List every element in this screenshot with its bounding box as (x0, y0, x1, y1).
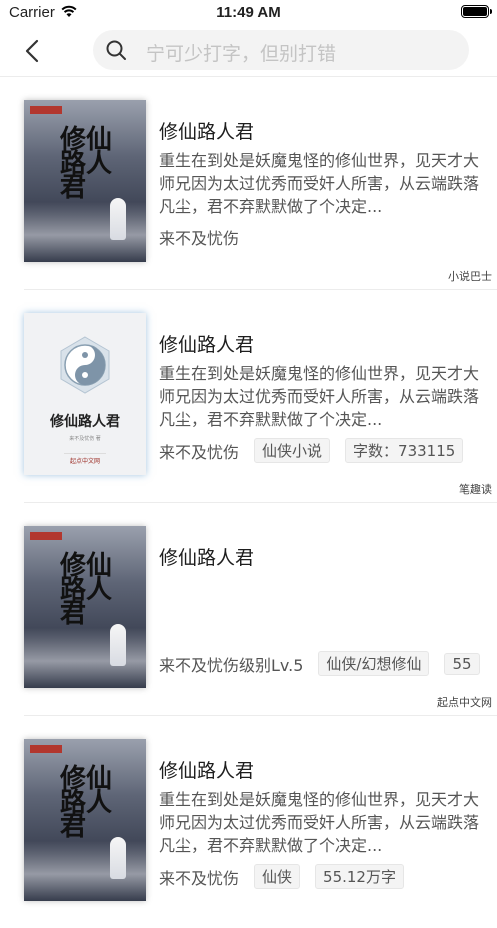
word-count-tag: 55 (444, 652, 480, 675)
word-count-tag: 字数：733115 (345, 438, 464, 463)
list-item[interactable]: 修仙路人君 来不及忧伤 著 起点中文网 修仙路人君 重生在到处是妖魔鬼怪的修仙世… (24, 290, 497, 503)
book-cover[interactable]: 修仙路人君 (24, 526, 146, 688)
cover-title: 修仙路人君 (60, 551, 113, 629)
book-title[interactable]: 修仙路人君 (159, 117, 254, 144)
book-meta: 来不及忧伤 仙侠 55.12万字 (159, 864, 404, 889)
battery-icon (461, 5, 492, 18)
source-label: 笔趣读 (459, 483, 492, 496)
genre-tag: 仙侠小说 (254, 438, 331, 463)
search-placeholder: 宁可少打字，但别打错 (146, 43, 337, 65)
search-input[interactable]: 宁可少打字，但别打错 (93, 30, 469, 70)
cover-mist (24, 202, 146, 262)
source-label: 小说巴士 (448, 270, 492, 283)
cover-brand-badge (30, 532, 62, 540)
book-description: 重生在到处是妖魔鬼怪的修仙世界，见天才大师兄因为太过优秀而受奸人所害，从云端跌落… (159, 364, 480, 429)
cover-brand-badge (30, 745, 62, 753)
book-title[interactable]: 修仙路人君 (159, 756, 254, 783)
cover-mist (24, 841, 146, 901)
cover-author: 来不及忧伤 著 (69, 436, 101, 442)
genre-tag: 仙侠/幻想修仙 (318, 651, 430, 676)
word-count-tag: 55.12万字 (315, 864, 404, 889)
book-author: 来不及忧伤级别Lv.5 (159, 655, 304, 675)
result-list: 修仙路人君 修仙路人君 重生在到处是妖魔鬼怪的修仙世界，见天才大师兄因为太过优秀… (0, 77, 497, 928)
book-author: 来不及忧伤 (159, 229, 240, 248)
list-item[interactable]: 修仙路人君 修仙路人君 来不及忧伤级别Lv.5 仙侠/幻想修仙 55 起点中文网 (24, 503, 497, 716)
cover-title: 修仙路人君 (60, 764, 113, 842)
cover-title: 修仙路人君 (60, 125, 113, 203)
book-meta: 来不及忧伤 (159, 225, 239, 249)
book-cover[interactable]: 修仙路人君 来不及忧伤 著 起点中文网 (24, 313, 146, 475)
book-title[interactable]: 修仙路人君 (159, 330, 254, 357)
book-author: 来不及忧伤 (159, 868, 240, 888)
source-label: 起点中文网 (437, 696, 492, 709)
list-item[interactable]: 修仙路人君 修仙路人君 重生在到处是妖魔鬼怪的修仙世界，见天才大师兄因为太过优秀… (24, 716, 497, 928)
status-bar: Carrier 11:49 AM (0, 0, 497, 26)
cover-figure (110, 198, 126, 240)
book-title[interactable]: 修仙路人君 (159, 543, 254, 570)
book-description: 重生在到处是妖魔鬼怪的修仙世界，见天才大师兄因为太过优秀而受奸人所害，从云端跌落… (159, 151, 480, 216)
book-author: 来不及忧伤 (159, 442, 240, 462)
search-icon (106, 40, 126, 60)
book-cover[interactable]: 修仙路人君 (24, 100, 146, 262)
cover-publisher-logo: 起点中文网 (64, 453, 106, 466)
cover-brand-badge (30, 106, 62, 114)
cover-mist (24, 628, 146, 688)
cover-figure (110, 624, 126, 666)
status-time: 11:49 AM (216, 4, 281, 21)
book-meta: 来不及忧伤 仙侠小说 字数：733115 (159, 438, 464, 463)
search-nav-bar: 宁可少打字，但别打错 (0, 26, 497, 77)
genre-tag: 仙侠 (254, 864, 301, 889)
book-cover[interactable]: 修仙路人君 (24, 739, 146, 901)
cover-figure (110, 837, 126, 879)
cover-title: 修仙路人君 (50, 414, 120, 430)
book-description: 重生在到处是妖魔鬼怪的修仙世界，见天才大师兄因为太过优秀而受奸人所害，从云端跌落… (159, 790, 480, 855)
book-meta: 来不及忧伤级别Lv.5 仙侠/幻想修仙 55 (159, 651, 480, 676)
list-item[interactable]: 修仙路人君 修仙路人君 重生在到处是妖魔鬼怪的修仙世界，见天才大师兄因为太过优秀… (24, 77, 497, 290)
yin-yang-icon (60, 336, 110, 394)
back-chevron-icon[interactable] (18, 36, 48, 66)
